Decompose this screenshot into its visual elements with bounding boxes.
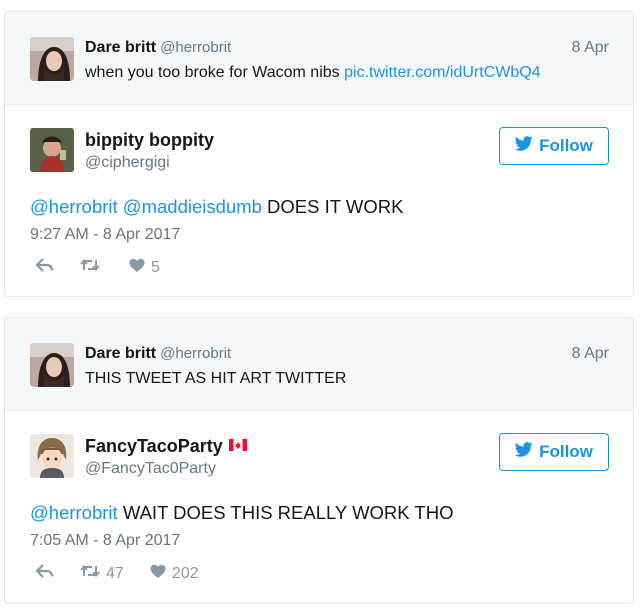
reply-tweet: bippity boppity @ciphergigi Follow @herr… — [5, 104, 633, 296]
mentions[interactable]: @herrobrit — [30, 502, 118, 523]
tweet-text: @herrobrit @maddieisdumb DOES IT WORK — [30, 196, 403, 218]
follow-label: Follow — [539, 442, 593, 461]
parent-tweet: Dare britt @herrobrit 8 Apr when you too … — [5, 12, 633, 105]
retweet-icon — [80, 564, 100, 583]
reply-tweet: FancyTacoParty @FancyTac0Party Follow @h… — [5, 410, 633, 603]
author-line: Dare britt @herrobrit — [85, 39, 231, 57]
retweet-count: 47 — [106, 564, 124, 582]
like-button[interactable]: 202 — [150, 564, 199, 584]
twitter-bird-icon — [514, 442, 533, 462]
retweet-button[interactable] — [80, 258, 106, 277]
retweet-icon — [80, 258, 100, 277]
avatar[interactable] — [30, 434, 74, 478]
reply-button[interactable] — [35, 258, 54, 277]
tweet-body: WAIT DOES THIS REALLY WORK THO — [122, 502, 454, 523]
follow-button[interactable]: Follow — [499, 127, 609, 165]
tweet-text: THIS TWEET AS HIT ART TWITTER — [85, 370, 346, 388]
author-handle[interactable]: @herrobrit — [160, 39, 231, 56]
tweet-body: DOES IT WORK — [267, 196, 404, 217]
tweet-body: when you too broke for Wacom nibs — [85, 64, 340, 81]
author-handle[interactable]: @ciphergigi — [85, 154, 170, 172]
tweet-text: when you too broke for Wacom nibs pic.tw… — [85, 64, 541, 82]
reply-button[interactable] — [35, 564, 54, 583]
retweet-button[interactable]: 47 — [80, 564, 124, 583]
tweet-date[interactable]: 8 Apr — [572, 39, 609, 57]
tweet-actions: 47 202 — [30, 564, 330, 584]
reply-arrow-icon — [35, 258, 54, 277]
author-handle[interactable]: @herrobrit — [160, 345, 231, 362]
like-button[interactable]: 5 — [129, 258, 160, 278]
embedded-tweet-card-2: Dare britt @herrobrit 8 Apr THIS TWEET AS… — [4, 317, 634, 604]
avatar[interactable] — [30, 128, 74, 172]
avatar[interactable] — [30, 37, 74, 81]
canada-flag-icon — [228, 435, 247, 456]
heart-icon — [129, 258, 145, 278]
parent-tweet: Dare britt @herrobrit 8 Apr THIS TWEET AS… — [5, 318, 633, 411]
tweet-timestamp[interactable]: 9:27 AM - 8 Apr 2017 — [30, 226, 180, 244]
tweet-timestamp[interactable]: 7:05 AM - 8 Apr 2017 — [30, 532, 180, 550]
embedded-tweet-card-1: Dare britt @herrobrit 8 Apr when you too … — [4, 11, 634, 297]
avatar[interactable] — [30, 343, 74, 387]
media-link[interactable]: pic.twitter.com/idUrtCWbQ4 — [344, 64, 540, 81]
tweet-date[interactable]: 8 Apr — [572, 345, 609, 363]
author-name[interactable]: Dare britt — [85, 39, 156, 56]
reply-arrow-icon — [35, 564, 54, 583]
follow-label: Follow — [539, 136, 593, 155]
follow-button[interactable]: Follow — [499, 433, 609, 471]
author-handle[interactable]: @FancyTac0Party — [85, 460, 216, 478]
author-name[interactable]: Dare britt — [85, 345, 156, 362]
heart-icon — [150, 564, 166, 584]
author-name[interactable]: FancyTacoParty — [85, 436, 223, 456]
author-name[interactable]: bippity boppity — [85, 130, 214, 151]
mentions[interactable]: @herrobrit @maddieisdumb — [30, 196, 262, 217]
tweet-actions: 5 — [30, 258, 330, 278]
like-count: 202 — [172, 565, 199, 582]
tweet-text: @herrobrit WAIT DOES THIS REALLY WORK TH… — [30, 502, 453, 524]
author-name-line: FancyTacoParty — [85, 436, 247, 457]
twitter-bird-icon — [514, 136, 533, 156]
tweet-body: THIS TWEET AS HIT ART TWITTER — [85, 370, 347, 387]
like-count: 5 — [151, 259, 160, 276]
author-line: Dare britt @herrobrit — [85, 345, 231, 363]
